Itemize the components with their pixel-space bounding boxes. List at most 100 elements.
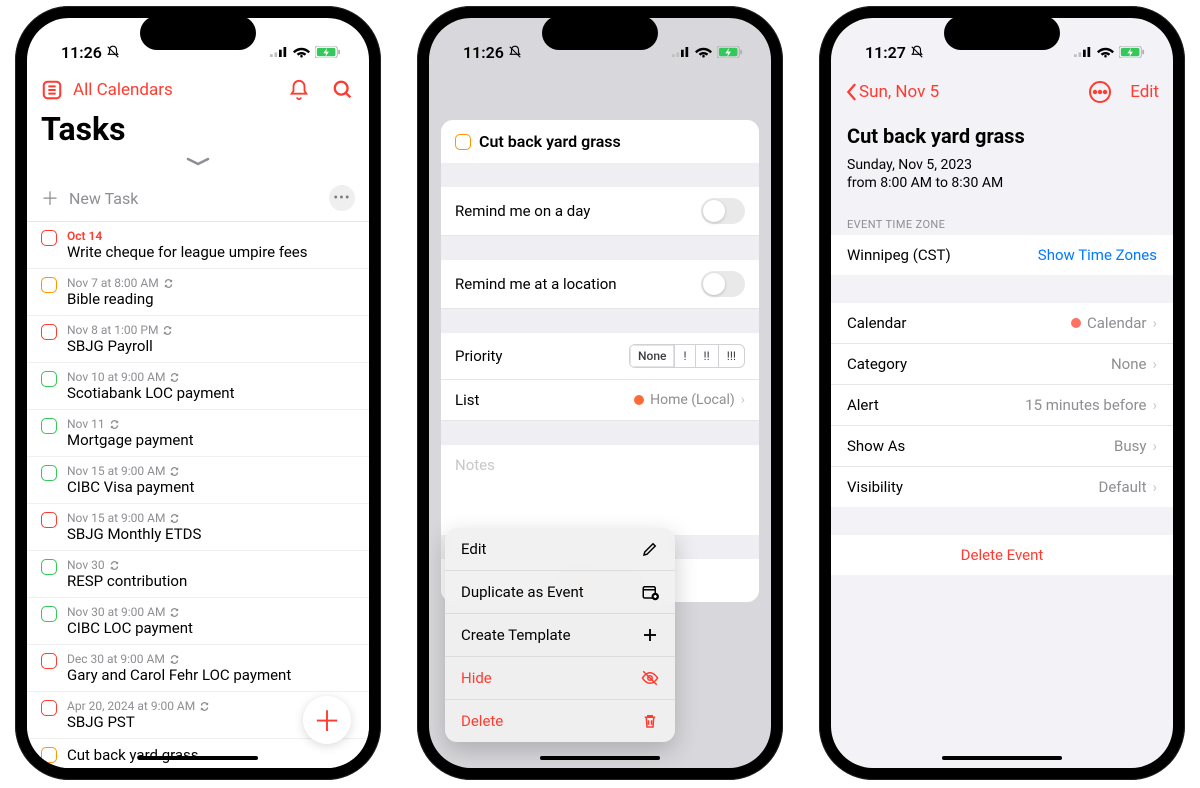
- timezone-value: Winnipeg (CST): [847, 246, 951, 264]
- task-title: Scotiabank LOC payment: [67, 384, 355, 402]
- task-checkbox[interactable]: [41, 371, 57, 387]
- task-item[interactable]: Dec 30 at 9:00 AM Gary and Carol Fehr LO…: [27, 645, 369, 692]
- search-icon[interactable]: [331, 78, 355, 102]
- priority-high[interactable]: !!!: [719, 345, 744, 367]
- delete-event-button[interactable]: Delete Event: [831, 535, 1173, 575]
- clock: 11:27: [865, 43, 906, 62]
- task-checkbox[interactable]: [41, 747, 57, 763]
- new-task-label: New Task: [69, 189, 138, 208]
- task-title: CIBC LOC payment: [67, 619, 355, 637]
- timezone-row[interactable]: Winnipeg (CST) Show Time Zones: [831, 235, 1173, 275]
- task-checkbox[interactable]: [41, 230, 57, 246]
- task-item[interactable]: Nov 10 at 9:00 AM Scotiabank LOC payment: [27, 363, 369, 410]
- chevron-right-icon: ›: [1152, 478, 1157, 496]
- wifi-icon: [1097, 46, 1114, 58]
- task-checkbox[interactable]: [41, 700, 57, 716]
- menu-hide[interactable]: Hide: [445, 657, 675, 700]
- priority-low[interactable]: !: [675, 345, 695, 367]
- priority-row: Priority None ! !! !!!: [441, 333, 759, 380]
- task-item[interactable]: Cut back yard grass: [27, 739, 369, 768]
- task-item[interactable]: Oct 14 Write cheque for league umpire fe…: [27, 222, 369, 269]
- task-item[interactable]: Nov 15 at 9:00 AM SBJG Monthly ETDS: [27, 504, 369, 551]
- back-button[interactable]: Sun, Nov 5: [845, 82, 1082, 102]
- home-indicator: [942, 756, 1062, 760]
- menu-icon[interactable]: [41, 79, 63, 101]
- task-checkbox[interactable]: [41, 465, 57, 481]
- new-task-row[interactable]: ＋ New Task •••: [27, 177, 369, 222]
- chevron-right-icon: ›: [741, 392, 745, 408]
- event-date: Sunday, Nov 5, 2023: [847, 156, 1157, 174]
- task-title: SBJG Payroll: [67, 337, 355, 355]
- task-item[interactable]: Nov 8 at 1:00 PM SBJG Payroll: [27, 316, 369, 363]
- collapse-chevron[interactable]: [27, 150, 369, 177]
- visibility-value: Default: [1098, 478, 1146, 496]
- priority-none[interactable]: None: [630, 345, 675, 367]
- category-label: Category: [847, 355, 907, 373]
- task-title: Cut back yard grass: [67, 746, 355, 764]
- task-checkbox[interactable]: [41, 653, 57, 669]
- notes-field[interactable]: Notes: [441, 445, 759, 535]
- task-title: Gary and Carol Fehr LOC payment: [67, 666, 355, 684]
- task-title: Bible reading: [67, 290, 355, 308]
- menu-hide-label: Hide: [461, 669, 492, 687]
- battery-icon: [1119, 46, 1145, 58]
- task-title: RESP contribution: [67, 572, 355, 590]
- task-item[interactable]: Nov 30 at 9:00 AM CIBC LOC payment: [27, 598, 369, 645]
- more-icon[interactable]: •••: [329, 185, 355, 211]
- calendar-row[interactable]: Calendar Calendar›: [831, 303, 1173, 344]
- remind-day-toggle[interactable]: [701, 198, 745, 224]
- calendar-color-dot: [1071, 318, 1081, 328]
- menu-duplicate[interactable]: Duplicate as Event: [445, 571, 675, 614]
- task-item[interactable]: Nov 15 at 9:00 AM CIBC Visa payment: [27, 457, 369, 504]
- calendars-label[interactable]: All Calendars: [73, 80, 267, 100]
- menu-duplicate-label: Duplicate as Event: [461, 583, 584, 601]
- signal-icon: [1074, 47, 1092, 58]
- alert-row[interactable]: Alert 15 minutes before›: [831, 385, 1173, 426]
- edit-button[interactable]: Edit: [1130, 82, 1159, 102]
- task-checkbox[interactable]: [41, 559, 57, 575]
- context-menu: Edit Duplicate as Event Create Template …: [445, 528, 675, 742]
- task-date: Nov 30: [67, 558, 355, 572]
- chevron-right-icon: ›: [1152, 396, 1157, 414]
- menu-delete[interactable]: Delete: [445, 700, 675, 742]
- plus-icon: ＋: [41, 185, 59, 211]
- task-checkbox[interactable]: [41, 277, 57, 293]
- task-item[interactable]: Nov 11 Mortgage payment: [27, 410, 369, 457]
- phone-task-detail: 11:26 Cut back yard grass Remind me on a…: [417, 6, 783, 780]
- task-item[interactable]: Nov 30 RESP contribution: [27, 551, 369, 598]
- task-checkbox[interactable]: [41, 418, 57, 434]
- visibility-row[interactable]: Visibility Default›: [831, 467, 1173, 507]
- task-checkbox[interactable]: [455, 134, 471, 150]
- menu-edit-label: Edit: [461, 540, 486, 558]
- task-checkbox[interactable]: [41, 324, 57, 340]
- battery-icon: [315, 46, 341, 58]
- priority-segmented[interactable]: None ! !! !!!: [629, 344, 745, 368]
- phone-event-detail: 11:27 Sun, Nov 5 Edit Cut back yard gras…: [819, 6, 1185, 780]
- add-fab[interactable]: ＋: [303, 696, 351, 744]
- list-row[interactable]: List Home (Local) ›: [441, 380, 759, 421]
- category-row[interactable]: Category None›: [831, 344, 1173, 385]
- silent-icon: [508, 45, 522, 59]
- task-date: Nov 15 at 9:00 AM: [67, 464, 355, 478]
- task-date: Nov 11: [67, 417, 355, 431]
- remind-loc-label: Remind me at a location: [455, 275, 617, 293]
- task-date: Oct 14: [67, 229, 355, 243]
- priority-label: Priority: [455, 347, 502, 365]
- task-title: Cut back yard grass: [479, 132, 621, 151]
- show-timezones-link[interactable]: Show Time Zones: [1038, 246, 1157, 264]
- more-circle-icon[interactable]: [1088, 80, 1112, 104]
- task-item[interactable]: Nov 7 at 8:00 AM Bible reading: [27, 269, 369, 316]
- showas-label: Show As: [847, 437, 905, 455]
- task-checkbox[interactable]: [41, 512, 57, 528]
- alert-value: 15 minutes before: [1025, 396, 1146, 414]
- menu-template[interactable]: Create Template: [445, 614, 675, 657]
- showas-row[interactable]: Show As Busy›: [831, 426, 1173, 467]
- calendar-label: Calendar: [847, 314, 907, 332]
- bell-icon[interactable]: [287, 78, 311, 102]
- menu-edit[interactable]: Edit: [445, 528, 675, 571]
- calendar-value: Calendar: [1087, 314, 1147, 332]
- dynamic-island: [944, 16, 1060, 50]
- priority-med[interactable]: !!: [696, 345, 719, 367]
- task-checkbox[interactable]: [41, 606, 57, 622]
- remind-loc-toggle[interactable]: [701, 271, 745, 297]
